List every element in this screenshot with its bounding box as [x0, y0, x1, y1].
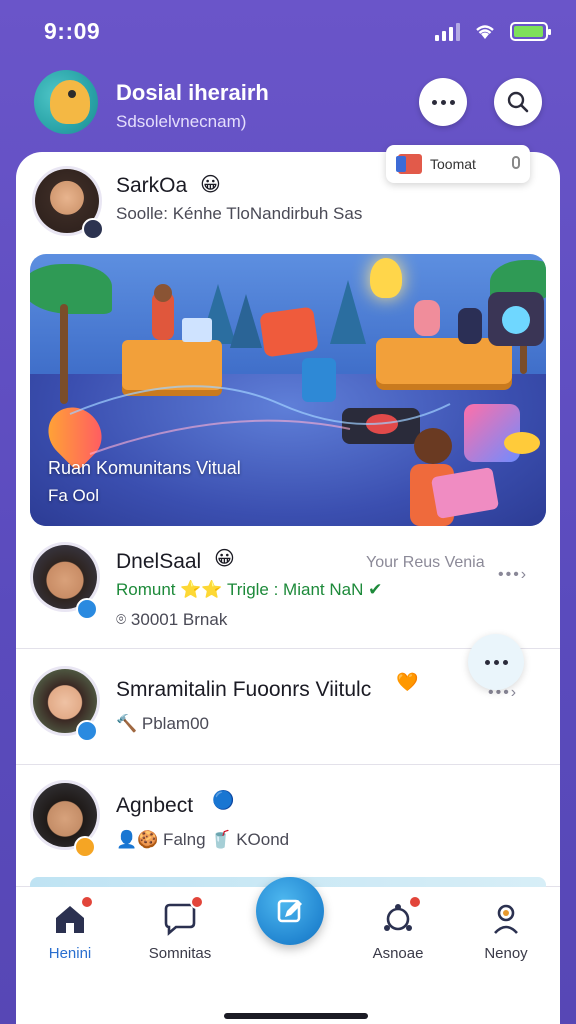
- heart-icon: 🧡: [396, 672, 419, 692]
- feed-item[interactable]: Agnbect 🔵 👤🍪 Falng 🥤 KOond: [16, 766, 560, 884]
- bottom-nav: Henini Somnitas Asnoae Nenoy: [16, 877, 560, 1024]
- status-bar: 9::09: [0, 0, 576, 64]
- wifi-icon: [474, 23, 496, 40]
- translate-toast[interactable]: Toomat: [386, 145, 530, 183]
- mic-icon: [512, 156, 520, 169]
- compose-button[interactable]: [256, 877, 324, 945]
- verified-badge-icon: [76, 598, 98, 620]
- divider: [16, 764, 560, 765]
- hero-caption: Ruan Komunitans Vitual: [48, 458, 241, 478]
- more-button[interactable]: [419, 78, 467, 126]
- translate-icon: [396, 154, 422, 174]
- emoji-icon: 😀: [214, 548, 235, 570]
- hero-illustration[interactable]: Ruan Komunitans Vitual Fa Ool: [30, 254, 546, 526]
- status-icons: [435, 22, 551, 41]
- notification-dot: [80, 895, 94, 909]
- more-horizontal-icon: [484, 659, 508, 665]
- feed-item-name: SarkOa: [116, 174, 188, 197]
- app-header: Dosial iherairh Sdsolelvnecnam): [0, 64, 576, 148]
- verified-badge-icon: [82, 218, 104, 240]
- feed-item-meta: ⌾ 30001 Brnak: [116, 610, 228, 629]
- hero-caption-secondary: Fa Ool: [48, 486, 100, 505]
- community-icon: [380, 895, 422, 937]
- nav-item-home[interactable]: Henini: [20, 895, 120, 962]
- feed-item-extra: Your Reus Venia: [366, 554, 485, 571]
- feed-item-name: Smramitalin Fuoonrs Viitulc: [116, 678, 372, 701]
- emoji-icon: 😀: [200, 174, 221, 196]
- compose-icon: [277, 899, 302, 923]
- more-horizontal-icon: [431, 99, 455, 105]
- chat-bubble-icon: [162, 895, 204, 937]
- battery-icon: [510, 22, 551, 41]
- notification-dot: [190, 895, 204, 909]
- battery-level: [514, 26, 543, 37]
- more-horizontal-icon[interactable]: •••›: [498, 566, 528, 584]
- verified-badge-icon: [76, 720, 98, 742]
- feed-item-subtitle: 👤🍪 Falng 🥤 KOond: [116, 830, 290, 849]
- nav-label: Asnoae: [372, 945, 424, 962]
- home-icon: [52, 895, 94, 937]
- translate-label: Toomat: [430, 156, 476, 172]
- feed-item-subtitle: Romunt ⭐⭐ Trigle : Miant NaN ✔: [116, 580, 383, 599]
- app-subtitle: Sdsolelvnecnam): [116, 112, 247, 131]
- feed-item-name: DnelSaal: [116, 550, 202, 573]
- nav-label: Somnitas: [148, 945, 212, 962]
- home-indicator: [224, 1013, 368, 1019]
- notification-dot: [408, 895, 422, 909]
- status-time: 9::09: [44, 18, 101, 44]
- verified-badge-icon: [74, 836, 96, 858]
- app-logo[interactable]: [34, 70, 98, 134]
- search-button[interactable]: [494, 78, 542, 126]
- signal-icon: [435, 22, 460, 41]
- nav-item-chat[interactable]: Somnitas: [130, 895, 230, 962]
- emoji-icon: 🔵: [212, 790, 235, 810]
- app-title: Dosial iherairh: [116, 80, 269, 105]
- profile-icon: [488, 901, 524, 937]
- feed-item[interactable]: DnelSaal 😀 Your Reus Venia Romunt ⭐⭐ Tri…: [16, 530, 560, 648]
- floating-more-button[interactable]: [468, 634, 524, 690]
- nav-item-profile[interactable]: Nenoy: [456, 901, 556, 962]
- nav-label: Henini: [48, 945, 92, 962]
- feed-item-subtitle: Soolle: Kénhe TloNandirbuh Sas: [116, 204, 363, 223]
- search-icon: [507, 91, 529, 113]
- nav-label: Nenoy: [484, 945, 528, 962]
- nav-item-community[interactable]: Asnoae: [348, 895, 448, 962]
- feed-item-subtitle: 🔨 Pblam00: [116, 714, 209, 733]
- feed-item-name: Agnbect: [116, 794, 194, 817]
